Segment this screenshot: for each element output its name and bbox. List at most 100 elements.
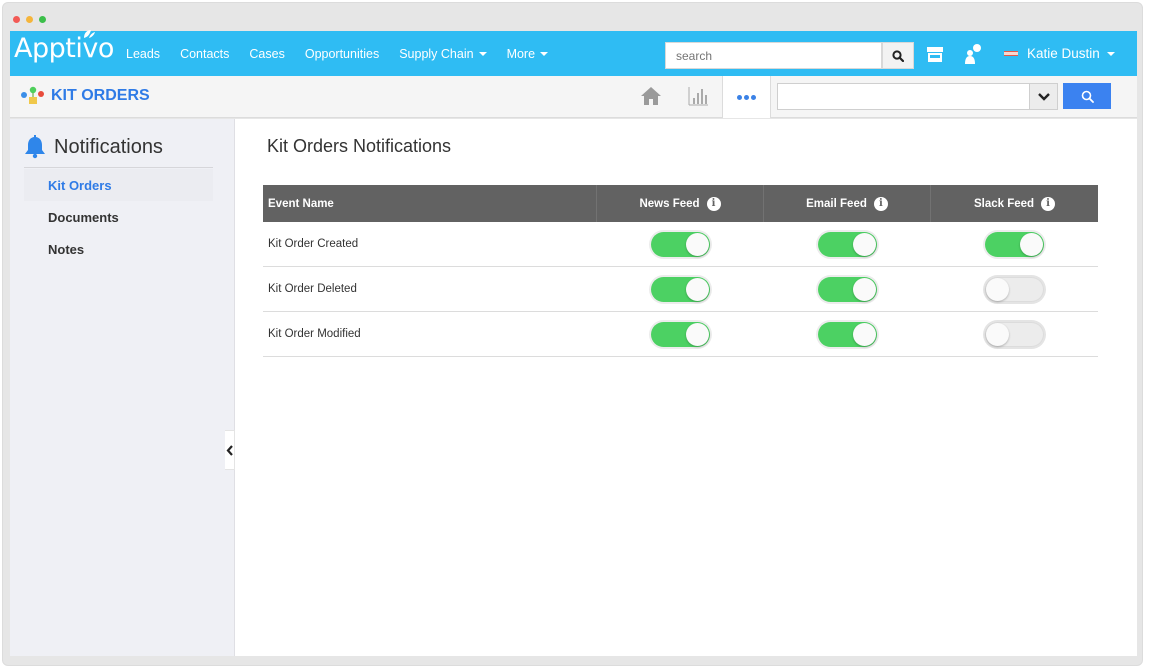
sidebar-item-kit-orders[interactable]: Kit Orders bbox=[24, 169, 213, 201]
logo-text: Apptivo bbox=[14, 33, 114, 64]
page-title: Kit Orders Notifications bbox=[267, 136, 452, 156]
column-header-email-feed: Email Feed i bbox=[764, 185, 931, 222]
bell-icon bbox=[25, 135, 45, 159]
slack-feed-cell bbox=[931, 276, 1098, 302]
global-search-button[interactable] bbox=[882, 42, 914, 69]
nav-cases[interactable]: Cases bbox=[249, 47, 284, 61]
nav-contacts[interactable]: Contacts bbox=[180, 47, 229, 61]
news-feed-toggle[interactable] bbox=[651, 276, 710, 302]
user-menu[interactable]: Katie Dustin bbox=[1004, 31, 1115, 76]
slack-feed-cell bbox=[931, 231, 1098, 257]
nav-more[interactable]: More bbox=[507, 47, 549, 61]
apptivo-logo[interactable]: Apptivo bbox=[14, 30, 114, 64]
home-icon bbox=[641, 87, 661, 105]
toggle-knob bbox=[986, 277, 1009, 301]
flag-icon bbox=[1004, 51, 1018, 56]
nav-supply-chain[interactable]: Supply Chain bbox=[399, 46, 487, 61]
more-dots-button[interactable] bbox=[722, 76, 771, 118]
store-button[interactable] bbox=[924, 43, 946, 65]
select-dropdown-button[interactable] bbox=[1029, 84, 1057, 109]
toggle-knob bbox=[853, 232, 876, 256]
user-switch-button[interactable] bbox=[963, 43, 985, 65]
minimize-window-button[interactable] bbox=[26, 16, 33, 23]
column-header-label: Email Feed bbox=[806, 197, 867, 210]
event-name-cell: Kit Order Modified bbox=[268, 328, 361, 340]
toggle-knob bbox=[853, 277, 876, 301]
email-feed-toggle[interactable] bbox=[818, 321, 877, 347]
sidebar-item-documents[interactable]: Documents bbox=[24, 201, 213, 233]
main-nav: Leads Contacts Cases Opportunities Suppl… bbox=[126, 31, 568, 76]
email-feed-toggle[interactable] bbox=[818, 276, 877, 302]
table-row: Kit Order Created bbox=[263, 222, 1098, 267]
chevron-left-icon bbox=[226, 444, 233, 456]
column-header-label: Event Name bbox=[268, 197, 334, 210]
chevron-down-icon bbox=[1037, 92, 1050, 101]
logo-leaf-icon bbox=[84, 30, 95, 38]
slack-feed-cell bbox=[931, 321, 1098, 347]
search-icon bbox=[892, 49, 904, 62]
nav-leads[interactable]: Leads bbox=[126, 47, 160, 61]
store-icon bbox=[927, 47, 943, 62]
app-search-button[interactable] bbox=[1063, 83, 1111, 109]
column-header-label: Slack Feed bbox=[973, 197, 1035, 210]
user-switch-icon bbox=[965, 44, 981, 64]
sidebar-divider bbox=[24, 167, 213, 168]
info-icon[interactable]: i bbox=[706, 196, 721, 211]
nav-contacts-label: Contacts bbox=[180, 46, 230, 61]
nav-supply-chain-label: Supply Chain bbox=[399, 46, 474, 61]
top-navbar: Apptivo Leads Contacts Cases Opportuniti… bbox=[10, 30, 1137, 76]
more-dots-icon bbox=[751, 94, 756, 100]
sidebar-item-label: Kit Orders bbox=[48, 177, 112, 193]
table-header: Event Name News Feed i Email Feed i Slack … bbox=[263, 185, 1098, 222]
nav-cases-label: Cases bbox=[249, 46, 285, 61]
email-feed-toggle[interactable] bbox=[818, 231, 877, 257]
app-title[interactable]: KIT ORDERS bbox=[20, 86, 150, 106]
maximize-window-button[interactable] bbox=[39, 16, 46, 23]
slack-feed-toggle[interactable] bbox=[985, 231, 1044, 257]
event-name-cell: Kit Order Created bbox=[268, 238, 359, 250]
toggle-knob bbox=[986, 322, 1009, 346]
slack-feed-toggle[interactable] bbox=[985, 321, 1044, 347]
column-header-slack-feed: Slack Feed i bbox=[931, 185, 1098, 222]
app-search-select[interactable] bbox=[777, 83, 1058, 110]
more-dots-icon bbox=[744, 94, 749, 100]
sidebar-item-label: Notes bbox=[48, 241, 85, 257]
nav-opportunities-label: Opportunities bbox=[304, 46, 380, 61]
sidebar-item-notes[interactable]: Notes bbox=[24, 233, 213, 265]
info-icon[interactable]: i bbox=[873, 196, 888, 211]
news-feed-cell bbox=[597, 321, 764, 347]
toggle-knob bbox=[1020, 232, 1043, 256]
bar-chart-icon bbox=[688, 87, 708, 106]
kit-orders-app-icon bbox=[21, 86, 44, 104]
news-feed-toggle[interactable] bbox=[651, 321, 710, 347]
event-name-cell: Kit Order Deleted bbox=[268, 283, 357, 295]
toggle-knob bbox=[686, 277, 709, 301]
toggle-knob bbox=[853, 322, 876, 346]
news-feed-toggle[interactable] bbox=[651, 231, 710, 257]
reports-button[interactable] bbox=[686, 84, 710, 108]
column-header-news-feed: News Feed i bbox=[597, 185, 764, 222]
close-window-button[interactable] bbox=[13, 16, 20, 23]
slack-feed-toggle[interactable] bbox=[985, 276, 1044, 302]
sidebar-heading-label: Notifications bbox=[54, 135, 163, 158]
table-body: Kit Order Created Kit Order Deleted Kit Or… bbox=[263, 222, 1098, 357]
email-feed-cell bbox=[764, 231, 931, 257]
email-feed-cell bbox=[764, 321, 931, 347]
global-search-input[interactable] bbox=[665, 42, 882, 69]
app-title-label: KIT ORDERS bbox=[51, 87, 150, 104]
news-feed-cell bbox=[597, 276, 764, 302]
home-button[interactable] bbox=[639, 84, 663, 108]
notifications-table: Event Name News Feed i Email Feed i Slack … bbox=[263, 185, 1098, 357]
column-header-label: News Feed bbox=[639, 197, 700, 210]
user-name: Katie Dustin bbox=[1027, 46, 1100, 61]
table-row: Kit Order Deleted bbox=[263, 267, 1098, 312]
column-header-event-name: Event Name bbox=[263, 185, 597, 222]
caret-down-icon bbox=[1106, 51, 1115, 56]
info-icon[interactable]: i bbox=[1041, 196, 1056, 211]
nav-opportunities[interactable]: Opportunities bbox=[305, 47, 379, 61]
collapse-sidebar-button[interactable] bbox=[225, 430, 235, 470]
more-dots-icon bbox=[737, 94, 742, 100]
table-row: Kit Order Modified bbox=[263, 312, 1098, 357]
settings-sidebar: Notifications Kit Orders Documents Notes bbox=[10, 119, 235, 656]
window-controls bbox=[13, 16, 46, 23]
